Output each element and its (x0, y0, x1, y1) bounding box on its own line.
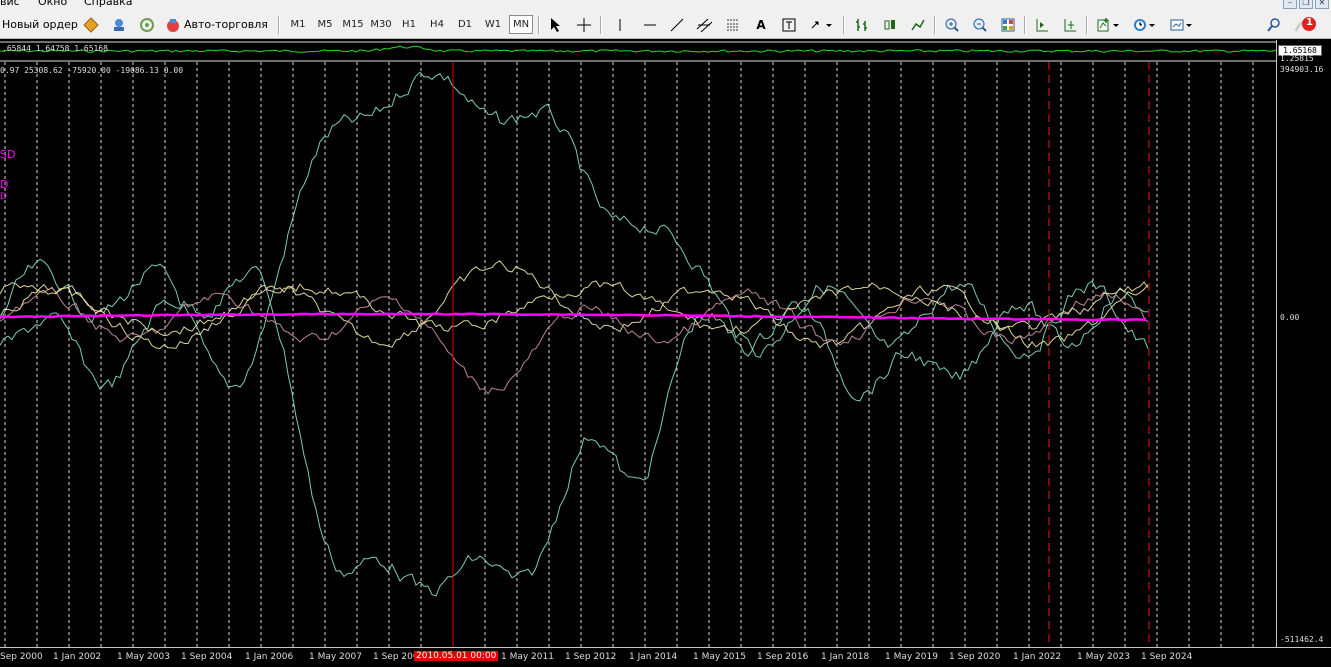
time-label: 1 Sep 2016 (757, 652, 809, 662)
time-label: 1 Jan 2018 (821, 652, 870, 662)
vertical-line-icon[interactable] (611, 16, 629, 34)
chart-area[interactable]: .65844 1.64758 1.65168 0.97 25308.62 -75… (0, 40, 1277, 647)
time-label: 1 Sep 200 (373, 652, 419, 662)
time-scale[interactable]: Sep 2000 1 Jan 2002 1 May 2003 1 Sep 200… (0, 647, 1331, 667)
chart-canvas (0, 41, 1277, 647)
time-label: 1 Jan 2014 (629, 652, 678, 662)
toolbar-separator (1086, 16, 1088, 34)
timeframe-m1[interactable]: M1 (286, 15, 310, 34)
diamond-icon[interactable] (82, 16, 100, 34)
autoscroll-icon[interactable] (1033, 16, 1051, 34)
equidistant-channel-icon[interactable] (696, 16, 714, 34)
arrows-dropdown-icon[interactable] (808, 16, 834, 34)
fibonacci-icon[interactable] (724, 16, 742, 34)
indicators-dropdown-icon[interactable] (1095, 16, 1123, 34)
restore-button[interactable]: ❐ (1299, 0, 1313, 9)
autotrade-button[interactable]: Авто-торговля (165, 15, 268, 34)
symbol-label: D (0, 192, 7, 202)
chart-shift-icon[interactable] (1061, 16, 1079, 34)
new-order-button[interactable]: Новый ордер (2, 15, 78, 34)
toolbar-separator (278, 16, 280, 34)
time-label: 1 Sep 2020 (949, 652, 1001, 662)
bar-chart-icon[interactable] (853, 16, 871, 34)
menu-bar: вис Окно Справка – ❐ ✕ (0, 0, 1331, 10)
timeframe-m30[interactable]: M30 (369, 15, 393, 34)
symbol-label: D (0, 178, 9, 191)
window-controls: – ❐ ✕ (1283, 0, 1329, 9)
periods-dropdown-icon[interactable] (1131, 16, 1159, 34)
notification-count: 1 (1306, 17, 1313, 28)
text-label-icon[interactable] (780, 16, 798, 34)
market-watch-icon[interactable] (110, 16, 128, 34)
indicator-values-top: .65844 1.64758 1.65168 (2, 44, 108, 53)
autotrade-label: Авто-торговля (184, 18, 268, 31)
notifications-icon[interactable]: 1 (1293, 16, 1319, 34)
timeframe-m5[interactable]: M5 (313, 15, 337, 34)
time-label: 1 May 2011 (501, 652, 554, 662)
toolbar-separator (1024, 16, 1026, 34)
toolbar-separator (538, 16, 540, 34)
time-label: 1 May 2015 (693, 652, 746, 662)
toolbar: Новый ордер Авто-торговля M1 M5 M15 M30 … (0, 10, 1331, 39)
tile-windows-icon[interactable] (999, 16, 1017, 34)
time-label: 1 May 2023 (1077, 652, 1130, 662)
time-label: 1 Jan 2022 (1013, 652, 1062, 662)
horizontal-line-icon[interactable] (641, 16, 659, 34)
candlestick-icon[interactable] (881, 16, 899, 34)
text-tool-icon[interactable]: A (752, 16, 770, 34)
zoom-in-icon[interactable] (943, 16, 961, 34)
line-chart-icon[interactable] (909, 16, 927, 34)
time-label: 1 May 2007 (309, 652, 362, 662)
symbol-label: SD (0, 148, 16, 161)
new-order-label: Новый ордер (2, 18, 78, 31)
timeframe-h4[interactable]: H4 (425, 15, 449, 34)
time-label: 1 May 2019 (885, 652, 938, 662)
strip-series-line (0, 45, 1277, 53)
time-label: 1 Sep 2024 (1141, 652, 1193, 662)
toolbar-separator (934, 16, 936, 34)
price-scale[interactable]: 1.65168 1.25815 394903.16 0.00 -511462.4 (1276, 40, 1331, 647)
cursor-icon[interactable] (547, 16, 565, 34)
time-label: 1 May 2003 (117, 652, 170, 662)
trendline-icon[interactable] (668, 16, 686, 34)
timeframe-w1[interactable]: W1 (481, 15, 505, 34)
series-line-rose (0, 287, 1149, 395)
menu-item-window[interactable]: Окно (38, 0, 67, 8)
timeframe-d1[interactable]: D1 (453, 15, 477, 34)
toolbar-separator (600, 16, 602, 34)
signal-icon[interactable] (138, 16, 156, 34)
close-button[interactable]: ✕ (1315, 0, 1329, 9)
series-line-yellow-secondary (0, 280, 1149, 337)
crosshair-time-label: 2010.05.01 00:00 (414, 651, 499, 661)
series-line-teal-upper (0, 71, 1149, 388)
timeframe-mn[interactable]: MN (509, 15, 533, 34)
templates-dropdown-icon[interactable] (1168, 16, 1196, 34)
price-label-zero: 0.00 (1280, 313, 1300, 322)
minimize-button[interactable]: – (1283, 0, 1297, 9)
indicator-values-main: 0.97 25308.62 -75920.00 -19086.13 0.00 (0, 66, 184, 75)
menu-item-help[interactable]: Справка (84, 0, 132, 8)
zoom-out-icon[interactable] (971, 16, 989, 34)
timeframe-m15[interactable]: M15 (341, 15, 365, 34)
price-label: 1.25815 (1280, 54, 1314, 63)
toolbar-separator (843, 16, 845, 34)
series-line-yellow (0, 260, 1149, 350)
autotrade-icon (165, 17, 181, 33)
timeframe-h1[interactable]: H1 (397, 15, 421, 34)
price-label: -511462.4 (1280, 635, 1324, 644)
time-label: 1 Sep 2012 (565, 652, 617, 662)
time-label: Sep 2000 (0, 652, 43, 662)
time-label: 1 Jan 2006 (245, 652, 294, 662)
crosshair-icon[interactable] (575, 16, 593, 34)
price-label: 394903.16 (1280, 65, 1324, 74)
time-label: 1 Sep 2004 (181, 652, 233, 662)
text-tool-label: A (756, 18, 766, 32)
time-label: 1 Jan 2002 (53, 652, 102, 662)
search-icon[interactable] (1265, 16, 1283, 34)
menu-item-service[interactable]: вис (0, 0, 20, 8)
